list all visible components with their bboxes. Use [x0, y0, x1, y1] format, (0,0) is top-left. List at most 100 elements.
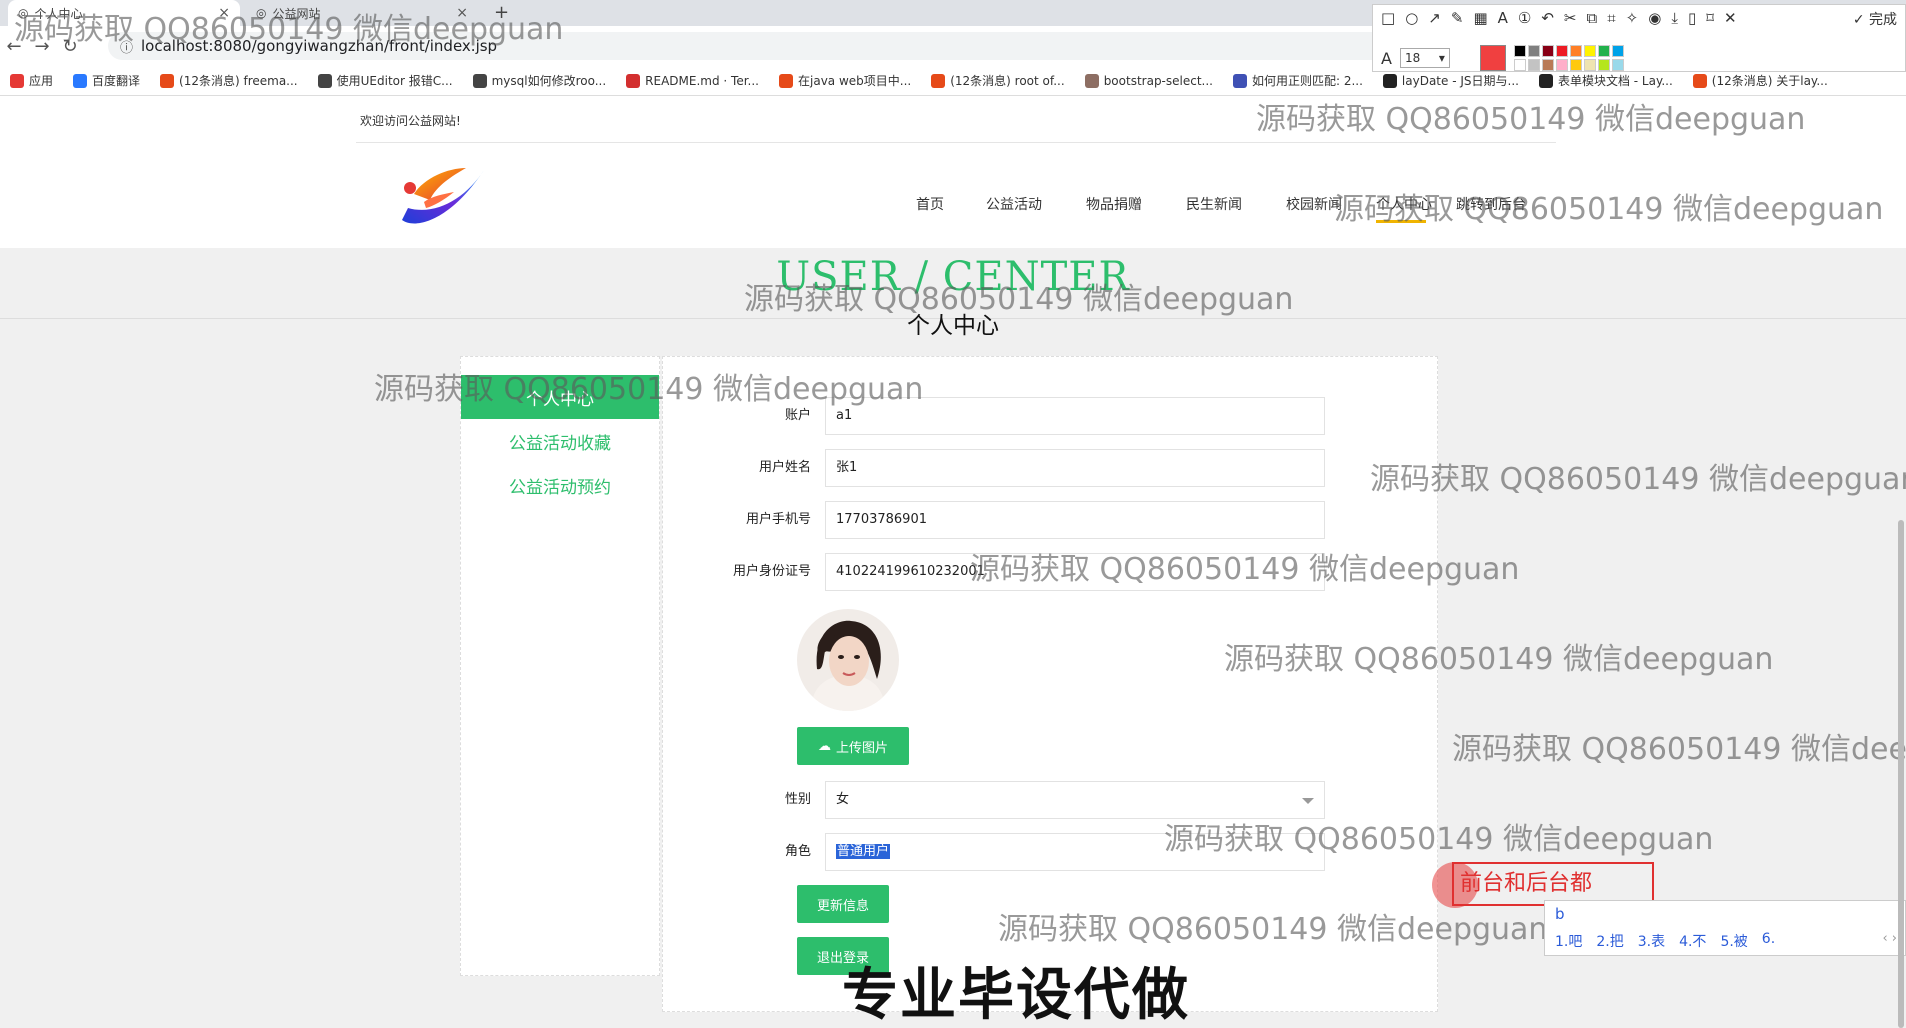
bookmark-favicon-icon [1084, 73, 1099, 88]
bookmark-label: (12条消息) root of... [950, 74, 1065, 88]
annotation-style-row: A 18 ▾ [1381, 45, 1624, 71]
bookmark-item[interactable]: 在java web项目中... [779, 72, 911, 89]
name-input[interactable]: 张1 [825, 449, 1325, 487]
bookmark-label: (12条消息) freema... [179, 74, 298, 88]
ime-candidate[interactable]: 1.吧 [1555, 931, 1582, 951]
bookmark-favicon-icon [160, 73, 175, 88]
nav-item[interactable]: 物品捐赠 [1086, 194, 1142, 214]
bookmark-favicon-icon [931, 73, 946, 88]
color-swatch[interactable] [1597, 45, 1610, 57]
sidebar-item-favorites[interactable]: 公益活动收藏 [461, 419, 659, 463]
watermark: 源码获取 QQ86050149 微信deepguan [998, 912, 1548, 947]
translate-icon[interactable]: ✧ [1626, 9, 1639, 27]
done-button[interactable]: ✓ 完成 [1853, 9, 1897, 29]
color-swatch[interactable] [1527, 59, 1540, 71]
close-icon[interactable]: ✕ [1724, 9, 1737, 27]
role-value: 普通用户 [836, 844, 891, 859]
user-sidebar: 个人中心 公益活动收藏 公益活动预约 [460, 356, 660, 976]
color-palette [1513, 45, 1624, 71]
ime-candidate[interactable]: 3.表 [1638, 931, 1665, 951]
ime-candidate[interactable]: 4.不 [1679, 931, 1706, 951]
page-scrollbar[interactable] [1898, 520, 1904, 1028]
cloud-upload-icon: ☁ [817, 738, 831, 754]
color-swatch[interactable] [1513, 59, 1526, 71]
watermark: 源码获取 QQ86050149 微信deepguan [970, 552, 1520, 587]
ime-candidate[interactable]: 6. [1762, 931, 1775, 951]
color-swatch[interactable] [1569, 59, 1582, 71]
color-swatch[interactable] [1555, 59, 1568, 71]
bookmark-label: (12条消息) 关于lay... [1711, 74, 1828, 88]
field-label: 用户姓名 [758, 460, 811, 475]
bookmark-label: 表单模块文档 - Lay... [1557, 74, 1673, 88]
color-swatch[interactable] [1597, 59, 1610, 71]
undo-icon[interactable]: ↶ [1541, 9, 1554, 27]
font-size-select[interactable]: 18 ▾ [1399, 48, 1450, 68]
color-swatch[interactable] [1541, 45, 1554, 57]
color-swatch[interactable] [1527, 45, 1540, 57]
bookmark-icon[interactable]: ⌑ [1706, 9, 1714, 27]
color-swatch[interactable] [1583, 59, 1596, 71]
upload-label: 上传图片 [835, 740, 888, 756]
record-icon[interactable]: ◉ [1648, 9, 1661, 27]
current-color-swatch[interactable] [1479, 45, 1506, 71]
font-size-icon: A [1381, 48, 1392, 68]
number-icon[interactable]: ① [1518, 9, 1531, 27]
bookmark-item[interactable]: mysql如何修改roo... [472, 72, 607, 89]
bookmark-item[interactable]: 应用 [10, 72, 53, 89]
nav-item[interactable]: 公益活动 [986, 194, 1042, 214]
bookmark-item[interactable]: 表单模块文档 - Lay... [1538, 72, 1673, 89]
rectangle-icon[interactable]: □ [1381, 9, 1395, 27]
bookmark-item[interactable]: (12条消息) 关于lay... [1692, 72, 1828, 89]
nav-item[interactable]: 首页 [916, 194, 944, 214]
text-icon[interactable]: A [1498, 9, 1508, 27]
color-swatch[interactable] [1555, 45, 1568, 57]
bookmark-item[interactable]: (12条消息) freema... [160, 72, 298, 89]
gender-value: 女 [836, 792, 850, 807]
bookmark-item[interactable]: 使用UEditor 报错C... [317, 72, 453, 89]
chevron-down-icon [1302, 798, 1314, 804]
arrow-icon[interactable]: ↗ [1428, 9, 1441, 27]
save-icon[interactable]: ▯ [1688, 9, 1696, 27]
bookmark-label: 使用UEditor 报错C... [336, 74, 453, 88]
color-swatch[interactable] [1611, 45, 1624, 57]
update-info-button[interactable]: 更新信息 [797, 885, 889, 923]
field-label: 用户手机号 [745, 512, 811, 527]
ellipse-icon[interactable]: ○ [1405, 9, 1418, 27]
bookmark-label: mysql如何修改roo... [491, 74, 607, 88]
bookmark-label: 百度翻译 [92, 74, 141, 88]
ime-page-nav[interactable]: ‹ › [1882, 931, 1897, 946]
pen-icon[interactable]: ✎ [1451, 9, 1464, 27]
screenshot-annotation-toolbar: □ ○ ↗ ✎ ▦ A ① ↶ ✂ ⧉ ⌗ ✧ ◉ ⤓ ▯ ⌑ ✕ ✓ 完成 A 18 ▾ [1372, 4, 1906, 72]
bookmark-favicon-icon [1382, 73, 1397, 88]
watermark: 源码获取 QQ86050149 微信deepguan [1334, 192, 1884, 227]
bookmark-item[interactable]: 如何用正则匹配: 2... [1232, 72, 1363, 89]
done-label: 完成 [1869, 12, 1897, 28]
color-swatch[interactable] [1541, 59, 1554, 71]
bookmark-item[interactable]: layDate - JS日期与... [1382, 72, 1519, 89]
field-phone: 用户手机号 17703786901 [663, 501, 1439, 539]
mosaic-icon[interactable]: ▦ [1473, 9, 1487, 27]
upload-image-button[interactable]: ☁ 上传图片 [797, 727, 909, 765]
phone-input[interactable]: 17703786901 [825, 501, 1325, 539]
download-icon[interactable]: ⤓ [1671, 9, 1678, 27]
bookmark-item[interactable]: README.md · Ter... [626, 73, 759, 88]
color-swatch[interactable] [1513, 45, 1526, 57]
bookmark-favicon-icon [626, 73, 641, 88]
sidebar-item-reservations[interactable]: 公益活动预约 [461, 463, 659, 507]
pin-icon[interactable]: ✂ [1564, 9, 1577, 27]
bookmark-item[interactable]: 百度翻译 [73, 72, 140, 89]
color-swatch[interactable] [1569, 45, 1582, 57]
ime-candidate[interactable]: 2.把 [1596, 931, 1623, 951]
nav-item[interactable]: 民生新闻 [1186, 194, 1242, 214]
bookmark-label: layDate - JS日期与... [1401, 74, 1519, 88]
color-swatch[interactable] [1583, 45, 1596, 57]
bookmark-item[interactable]: bootstrap-select... [1084, 73, 1213, 88]
watermark: 源码获取 QQ86050149 微信deepguan [744, 282, 1294, 317]
annotation-tools: □ ○ ↗ ✎ ▦ A ① ↶ ✂ ⧉ ⌗ ✧ ◉ ⤓ ▯ ⌑ ✕ [1381, 9, 1737, 27]
ocr-icon[interactable]: ⌗ [1607, 9, 1615, 27]
color-swatch[interactable] [1611, 59, 1624, 71]
bookmark-favicon-icon [317, 73, 332, 88]
bookmark-item[interactable]: (12条消息) root of... [931, 72, 1065, 89]
copy-icon[interactable]: ⧉ [1587, 9, 1598, 27]
ime-candidate[interactable]: 5.被 [1720, 931, 1747, 951]
